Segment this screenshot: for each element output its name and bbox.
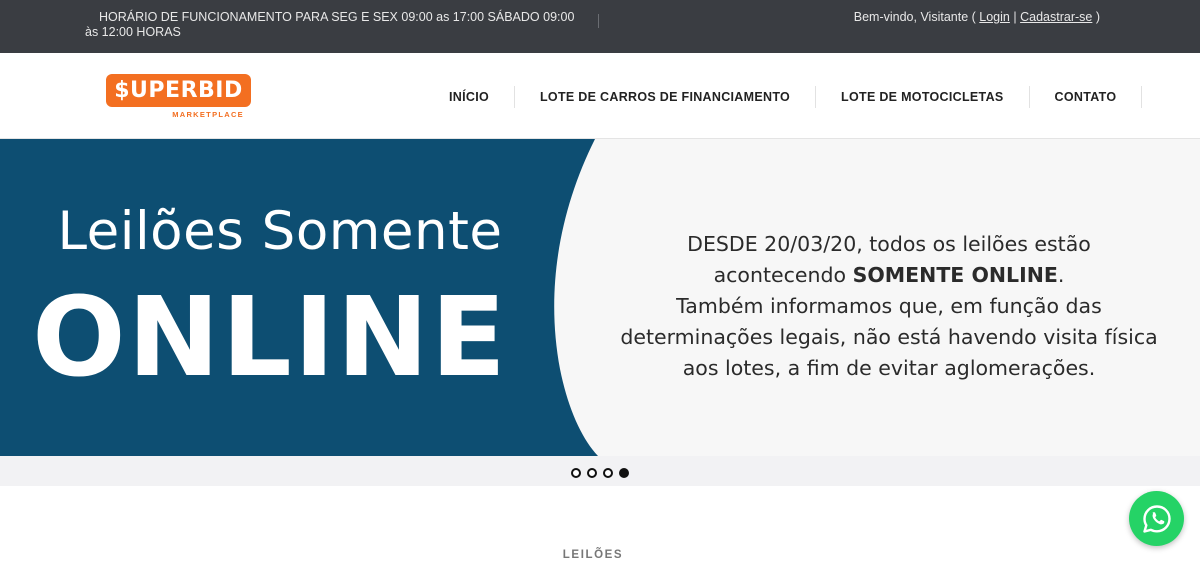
- welcome-text: Bem-vindo, Visitante (: [853, 10, 976, 24]
- hero-banner[interactable]: Leilões Somente ONLINE DESDE 20/03/20, t…: [0, 139, 1200, 456]
- top-bar: HORÁRIO DE FUNCIONAMENTO PARA SEG E SEX …: [0, 0, 1200, 53]
- logo-subtitle: MARKETPLACE: [172, 110, 244, 119]
- whatsapp-button[interactable]: [1129, 491, 1184, 546]
- section-title-auctions: LEILÕES: [562, 549, 624, 561]
- notice-line-4: determinações legais, não está havendo v…: [620, 325, 1158, 349]
- banner-headline-online: ONLINE: [32, 273, 508, 401]
- carousel-pagination-bar: [0, 456, 1200, 486]
- notice-line-5: aos lotes, a fim de evitar aglomerações.: [682, 356, 1096, 380]
- carousel-dot-2[interactable]: [587, 468, 597, 478]
- business-hours-text: HORÁRIO DE FUNCIONAMENTO PARA SEG E SEX …: [85, 10, 575, 39]
- notice-line-2-period: .: [1057, 263, 1065, 287]
- nav-item-inicio[interactable]: INÍCIO: [424, 90, 514, 104]
- topbar-divider: [598, 14, 599, 28]
- nav-separator: [1141, 86, 1143, 108]
- welcome-close-paren: ): [1095, 10, 1100, 24]
- logo-badge: $UPERBID: [106, 74, 251, 107]
- welcome-pipe: |: [1013, 10, 1017, 24]
- carousel-dot-4[interactable]: [619, 468, 629, 478]
- banner-notice: DESDE 20/03/20, todos os leilões estão a…: [620, 229, 1158, 384]
- notice-line-2-bold: SOMENTE ONLINE: [852, 263, 1058, 287]
- welcome-area: Bem-vindo, Visitante ( Login | Cadastrar…: [854, 10, 1100, 25]
- main-nav: INÍCIO LOTE DE CARROS DE FINANCIAMENTO L…: [424, 86, 1143, 108]
- banner-headline-line1: Leilões Somente: [57, 201, 503, 262]
- login-link[interactable]: Login: [979, 10, 1010, 24]
- notice-line-3: Também informamos que, em função das: [676, 294, 1102, 318]
- superbid-logo[interactable]: $UPERBID MARKETPLACE: [106, 74, 252, 122]
- notice-line-1: DESDE 20/03/20, todos os leilões estão: [687, 232, 1091, 256]
- register-link[interactable]: Cadastrar-se: [1020, 10, 1092, 24]
- nav-item-motorcycle-lots[interactable]: LOTE DE MOTOCICLETAS: [816, 90, 1028, 104]
- notice-line-2: acontecendo SOMENTE ONLINE.: [620, 260, 1158, 291]
- carousel-dots: [571, 468, 629, 478]
- site-header: $UPERBID MARKETPLACE INÍCIO LOTE DE CARR…: [0, 53, 1200, 139]
- nav-item-car-lots[interactable]: LOTE DE CARROS DE FINANCIAMENTO: [515, 90, 815, 104]
- notice-line-2-text: acontecendo: [713, 263, 853, 287]
- whatsapp-icon: [1142, 504, 1171, 533]
- carousel-dot-3[interactable]: [603, 468, 613, 478]
- nav-item-contact[interactable]: CONTATO: [1030, 90, 1142, 104]
- carousel-dot-1[interactable]: [571, 468, 581, 478]
